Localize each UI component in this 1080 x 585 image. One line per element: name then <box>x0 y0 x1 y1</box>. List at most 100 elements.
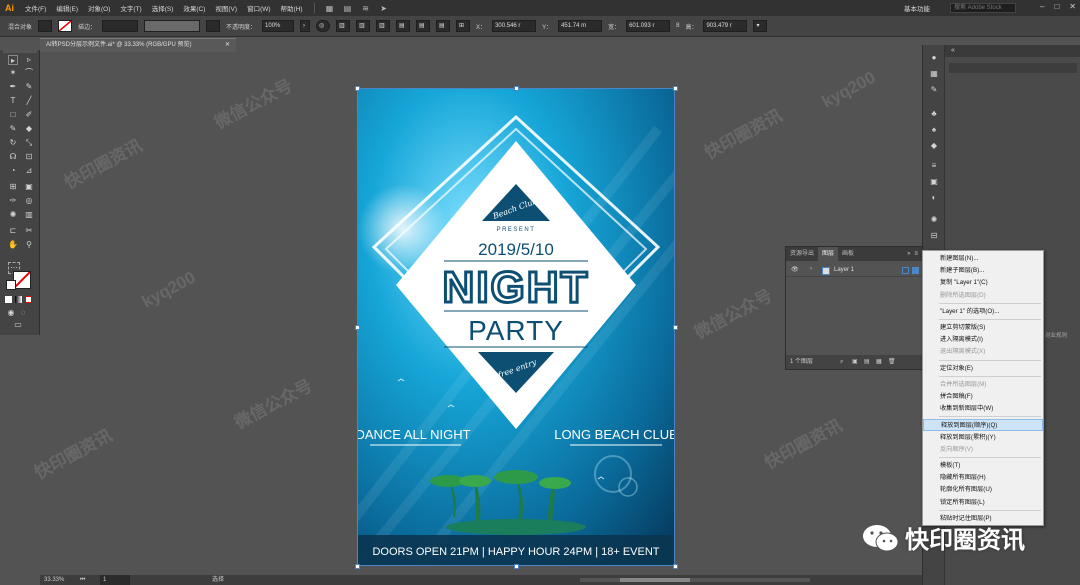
artboard-number[interactable]: 1 <box>100 575 130 585</box>
menu-edit[interactable]: 编辑(E) <box>51 3 83 13</box>
menu-help[interactable]: 帮助(H) <box>276 3 308 13</box>
tools-grip[interactable] <box>3 50 37 53</box>
paintbrush-icon[interactable]: ✐ <box>24 110 34 120</box>
bridge-icon[interactable]: ▦ <box>324 3 336 13</box>
link-icon[interactable]: 8 <box>676 23 679 29</box>
selection-handle[interactable] <box>355 325 360 330</box>
context-menu-item[interactable]: 复制 "Layer 1"(C) <box>923 277 1043 289</box>
context-menu-item[interactable]: 定位对象(E) <box>923 363 1043 375</box>
pen-tool-icon[interactable]: ✒ <box>8 82 18 92</box>
context-menu-item[interactable]: 建立剪切蒙版(S) <box>923 322 1043 334</box>
context-menu-item[interactable]: "Layer 1" 的选项(O)... <box>923 306 1043 318</box>
distribute-icon[interactable]: ▥ <box>376 20 391 32</box>
tab-asset-export[interactable]: 资源导出 <box>786 247 818 261</box>
panel-search-field[interactable] <box>949 63 1077 73</box>
selection-handle[interactable] <box>673 564 678 569</box>
context-menu-item[interactable]: 释放到图层(顺序)(Q) <box>923 419 1043 432</box>
type-tool-icon[interactable]: T <box>8 96 18 106</box>
gradient-tool-icon[interactable]: ▣ <box>24 182 34 192</box>
menu-object[interactable]: 对象(O) <box>83 3 115 13</box>
align-middle-icon[interactable]: ▤ <box>416 20 431 32</box>
selection-indicator[interactable] <box>912 267 919 274</box>
context-menu-item[interactable]: 释放到图层(累积)(Y) <box>923 432 1043 444</box>
opacity-dropdown[interactable]: › <box>300 20 311 32</box>
align-bottom-icon[interactable]: ▤ <box>436 20 451 32</box>
shaper-tool-icon[interactable]: ✎ <box>8 124 18 134</box>
gradient-mode-icon[interactable] <box>15 296 22 303</box>
appearance-icon[interactable]: ◆ <box>929 141 939 151</box>
menu-window[interactable]: 窗口(W) <box>242 3 275 13</box>
y-field[interactable]: 451.74 m <box>558 20 603 32</box>
artboard-tool-icon[interactable]: ⊏ <box>8 226 18 236</box>
selection-handle[interactable] <box>514 564 519 569</box>
tab-layers[interactable]: 图层 <box>818 247 839 261</box>
first-artboard-icon[interactable]: ⏮ <box>80 575 85 585</box>
scrollbar-thumb[interactable] <box>620 578 690 582</box>
blend-tool-icon[interactable]: ◎ <box>24 196 34 206</box>
context-menu-item[interactable]: 模板(T) <box>923 460 1043 472</box>
menu-view[interactable]: 视图(V) <box>210 3 242 13</box>
align-top-icon[interactable]: ▤ <box>396 20 411 32</box>
selection-tool-icon[interactable]: ▸ <box>8 55 18 65</box>
expand-arrow-icon[interactable]: › <box>810 266 812 272</box>
panel-collapse-icon[interactable]: « <box>951 47 955 54</box>
menu-effect[interactable]: 效果(C) <box>178 3 210 13</box>
artboard[interactable]: Beach Club PRESENT 2019/5/10 NIGHT PARTY… <box>357 88 675 566</box>
context-menu-item[interactable]: 轮廓化所有图层(U) <box>923 484 1043 496</box>
direct-selection-tool-icon[interactable]: ▹ <box>24 55 34 65</box>
context-menu-item[interactable]: 锁定所有图层(L) <box>923 497 1043 509</box>
selection-handle[interactable] <box>673 325 678 330</box>
document-tab[interactable]: AI转PSD分层示例文件.ai* @ 33.33% (RGB/GPU 预览) ✕ <box>40 38 236 52</box>
context-menu-item[interactable]: 反向顺序(V) <box>923 444 1043 456</box>
mesh-tool-icon[interactable]: ⊞ <box>8 182 18 192</box>
send-icon[interactable]: ➤ <box>378 3 390 13</box>
brushes-icon[interactable]: ✎ <box>929 85 939 95</box>
minimize-icon[interactable]: – <box>1040 2 1044 11</box>
fill-swatch[interactable] <box>38 20 53 32</box>
eraser-icon[interactable]: ◆ <box>24 124 34 134</box>
perspective-grid-icon[interactable]: ⊿ <box>24 166 34 176</box>
context-menu-item[interactable]: 隐藏所有图层(H) <box>923 472 1043 484</box>
new-layer-icon[interactable]: ▦ <box>876 355 882 369</box>
maximize-icon[interactable]: □ <box>1054 2 1059 11</box>
locate-object-icon[interactable]: ⌕ <box>840 355 843 369</box>
draw-normal-icon[interactable]: ◉ <box>6 308 16 318</box>
variable-width-profile[interactable] <box>144 20 201 32</box>
eyedropper-icon[interactable]: ✑ <box>8 196 18 206</box>
swatches-icon[interactable]: ▦ <box>929 69 939 79</box>
x-field[interactable]: 300.546 r <box>492 20 537 32</box>
transparency-icon[interactable]: ◐ <box>929 193 939 203</box>
menu-file[interactable]: 文件(F) <box>20 3 51 13</box>
align-center-icon[interactable]: ▥ <box>356 20 371 32</box>
context-menu-item[interactable]: 进入隔离模式(I) <box>923 334 1043 346</box>
context-menu-item[interactable]: 拼合图稿(F) <box>923 391 1043 403</box>
opacity-field[interactable]: 100% <box>262 20 295 32</box>
selection-handle[interactable] <box>355 564 360 569</box>
layer-row[interactable]: 👁 › Layer 1 <box>786 265 922 277</box>
close-icon[interactable]: ✕ <box>1069 2 1076 11</box>
warp-tool-icon[interactable]: ☊ <box>8 152 18 162</box>
slice-tool-icon[interactable]: ✂ <box>24 226 34 236</box>
more-options-icon[interactable]: ▾ <box>753 20 768 32</box>
selection-handle[interactable] <box>514 86 519 91</box>
zoom-level[interactable]: 33.33% <box>44 575 64 585</box>
stroke-panel-icon[interactable]: ≡ <box>929 161 939 171</box>
context-menu-item[interactable]: 退出隔离模式(X) <box>923 346 1043 358</box>
selection-handle[interactable] <box>673 86 678 91</box>
symbols-icon[interactable]: ♣ <box>929 109 939 119</box>
clipping-mask-icon[interactable]: ▣ <box>852 355 858 369</box>
new-sublayer-icon[interactable]: ▤ <box>864 355 870 369</box>
panel-expand-icon[interactable]: » <box>907 251 914 257</box>
gradient-panel-icon[interactable]: ▣ <box>929 177 939 187</box>
shape-builder-icon[interactable]: ◔ <box>8 166 18 176</box>
layer-name[interactable]: Layer 1 <box>834 267 854 273</box>
recolor-icon[interactable]: ◎ <box>316 20 331 32</box>
color-guide-icon[interactable]: ● <box>929 53 939 63</box>
context-menu-item[interactable]: 新建图层(N)... <box>923 253 1043 265</box>
screen-mode-icon[interactable]: ▭ <box>13 320 23 330</box>
target-icon[interactable] <box>902 267 909 274</box>
panel-menu-icon[interactable]: ≡ <box>914 251 922 257</box>
workspace-switcher[interactable]: 基本功能 <box>904 3 930 13</box>
transform-panel-icon[interactable]: ✺ <box>929 215 939 225</box>
rotate-tool-icon[interactable]: ↻ <box>8 138 18 148</box>
